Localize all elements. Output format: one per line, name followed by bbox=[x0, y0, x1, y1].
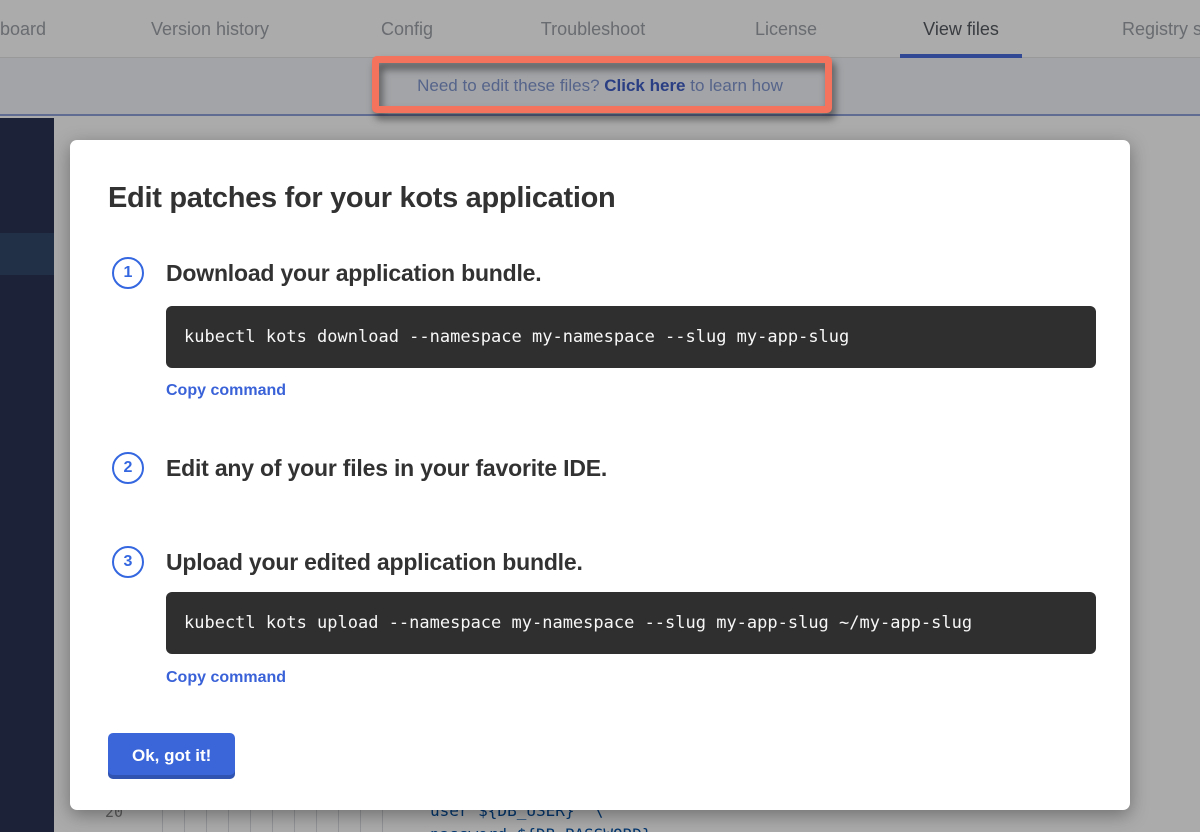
step-2-heading: Edit any of your files in your favorite … bbox=[166, 452, 607, 484]
download-command-code-block: kubectl kots download --namespace my-nam… bbox=[166, 306, 1096, 368]
copy-download-command-link[interactable]: Copy command bbox=[166, 382, 286, 400]
step-1-number-badge: 1 bbox=[112, 257, 144, 289]
step-2-number-badge: 2 bbox=[112, 452, 144, 484]
step-3-number-badge: 3 bbox=[112, 546, 144, 578]
step-3-heading: Upload your edited application bundle. bbox=[166, 546, 583, 578]
upload-command-code-block: kubectl kots upload --namespace my-names… bbox=[166, 592, 1096, 654]
copy-upload-command-link[interactable]: Copy command bbox=[166, 669, 286, 687]
modal-title: Edit patches for your kots application bbox=[108, 182, 615, 215]
step-1-heading: Download your application bundle. bbox=[166, 257, 541, 289]
edit-patches-modal: Edit patches for your kots application 1… bbox=[70, 140, 1130, 810]
ok-got-it-button[interactable]: Ok, got it! bbox=[108, 733, 235, 779]
